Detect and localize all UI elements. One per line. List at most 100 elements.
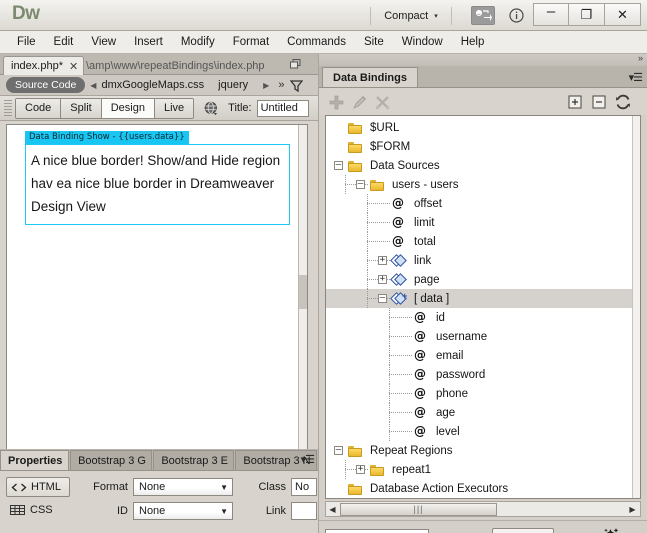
tree-collapse-icon[interactable]: – (334, 446, 343, 455)
tree-horizontal-scrollbar[interactable]: ◀ ||| ▶ (325, 501, 641, 517)
related-files-prev-icon[interactable]: ◀ (90, 81, 96, 90)
tree-item-total[interactable]: @ total (326, 232, 632, 251)
tree-item-limit[interactable]: @ limit (326, 213, 632, 232)
scroll-left-icon[interactable]: ◀ (326, 502, 339, 516)
css-properties-button[interactable]: CSS (6, 500, 70, 520)
tree-item-link[interactable]: + link (326, 251, 632, 270)
collapse-all-button[interactable] (590, 93, 608, 111)
data-bindings-tree[interactable]: $URL $FORM – Data Sources – users - users @ off… (325, 115, 641, 499)
tree-collapse-icon[interactable]: – (378, 294, 387, 303)
tree-collapse-icon[interactable]: – (334, 161, 343, 170)
menu-item-commands[interactable]: Commands (278, 34, 355, 50)
panel-menu-icon[interactable]: ▾☰ (301, 453, 315, 466)
menu-item-edit[interactable]: Edit (45, 34, 83, 50)
maximize-button[interactable]: ❐ (569, 3, 605, 26)
tree-expand-icon[interactable]: + (378, 256, 387, 265)
view-button-split[interactable]: Split (61, 98, 102, 118)
site-switch-button[interactable] (471, 6, 495, 25)
tree-item-form[interactable]: $FORM (326, 137, 632, 156)
tree-connector-line (389, 374, 412, 375)
view-button-design[interactable]: Design (101, 98, 155, 118)
edit-binding-button[interactable] (350, 93, 368, 111)
view-button-code[interactable]: Code (16, 98, 62, 118)
menu-item-help[interactable]: Help (452, 34, 494, 50)
document-tab-index-php[interactable]: index.php* ✕ (3, 56, 85, 75)
menu-item-view[interactable]: View (82, 34, 125, 50)
panel-collapse-bar[interactable]: » (319, 53, 647, 66)
tree-expand-icon[interactable]: + (356, 465, 365, 474)
tree-collapse-icon[interactable]: – (356, 180, 365, 189)
tree-item-age[interactable]: @ age (326, 403, 632, 422)
html-css-toggle: HTML CSS (6, 477, 70, 520)
delete-binding-button[interactable] (373, 93, 391, 111)
expand-panels-icon[interactable]: » (638, 53, 643, 63)
view-mode-buttons: Code Split Design Live (15, 97, 195, 119)
restore-down-icon[interactable] (290, 59, 301, 69)
minimize-button[interactable]: – (533, 3, 569, 26)
tree-item-username[interactable]: @ username (326, 327, 632, 346)
link-input[interactable] (291, 502, 317, 520)
info-button[interactable] (506, 6, 526, 25)
hscroll-thumb[interactable]: ||| (340, 502, 497, 516)
close-button[interactable]: ✕ (605, 3, 641, 26)
insert-button[interactable]: Insert (492, 528, 554, 533)
tab-properties[interactable]: Properties (0, 450, 70, 470)
design-canvas[interactable]: Data Binding Show - {{users.data}} A nic… (6, 124, 308, 476)
tree-item-label: id (436, 311, 445, 324)
tree-item-users-users[interactable]: – users - users (326, 175, 632, 194)
tree-item-url[interactable]: $URL (326, 118, 632, 137)
menu-item-window[interactable]: Window (393, 34, 452, 50)
canvas-scrollbar-thumb[interactable] (299, 275, 307, 309)
tree-vertical-scrollbar[interactable] (632, 116, 640, 498)
related-file-source-code[interactable]: Source Code (6, 77, 86, 93)
tree-item-level[interactable]: @ level (326, 422, 632, 441)
filter-icon[interactable] (290, 79, 304, 92)
related-files-more-icon[interactable]: » (278, 79, 284, 91)
tree-item-data[interactable]: – + [ data ] (326, 289, 632, 308)
folder-icon (348, 122, 363, 134)
page-title-input[interactable]: Untitled (256, 99, 309, 117)
html-properties-button[interactable]: HTML (6, 477, 70, 497)
server-behavior-select[interactable]: Repeat Region ▾ (325, 529, 429, 533)
menu-item-format[interactable]: Format (224, 34, 278, 50)
view-button-live[interactable]: Live (154, 98, 194, 118)
tree-item-offset[interactable]: @ offset (326, 194, 632, 213)
tab-bootstrap-3-e[interactable]: Bootstrap 3 E (153, 450, 235, 470)
panel-menu-icon[interactable]: ▾☰ (629, 71, 643, 84)
related-file-jquery[interactable]: jquery (218, 79, 256, 91)
preview-in-browser-button[interactable] (204, 101, 219, 116)
toolbar-grip[interactable] (4, 100, 12, 116)
id-select[interactable]: None ▼ (133, 502, 233, 520)
tree-item-database-action-executors[interactable]: Database Action Executors (326, 479, 632, 498)
menu-item-insert[interactable]: Insert (125, 34, 172, 50)
magic-wand-button[interactable] (595, 526, 621, 533)
tree-item-repeat-regions[interactable]: – Repeat Regions (326, 441, 632, 460)
tree-item-security-provider-executor[interactable]: Security Provider Executor (326, 498, 632, 499)
scroll-right-icon[interactable]: ▶ (626, 502, 639, 516)
menu-item-modify[interactable]: Modify (172, 34, 224, 50)
tree-expand-icon[interactable]: + (378, 275, 387, 284)
tab-bootstrap-3-g[interactable]: Bootstrap 3 G (70, 450, 153, 470)
tree-item-email[interactable]: @ email (326, 346, 632, 365)
refresh-button[interactable] (614, 93, 632, 111)
close-icon[interactable]: ✕ (69, 60, 78, 73)
tree-item-password[interactable]: @ password (326, 365, 632, 384)
menu-item-file[interactable]: File (8, 34, 45, 50)
tree-item-page[interactable]: + page (326, 270, 632, 289)
tree-item-id[interactable]: @ id (326, 308, 632, 327)
expand-all-button[interactable] (566, 93, 584, 111)
menu-item-site[interactable]: Site (355, 34, 393, 50)
related-file-dmxgooglemaps-css[interactable]: dmxGoogleMaps.css (101, 79, 204, 91)
canvas-vertical-scrollbar[interactable] (298, 125, 307, 475)
tree-item-repeat1[interactable]: + repeat1 (326, 460, 632, 479)
tree-item-label: link (414, 254, 432, 267)
related-files-next-icon[interactable]: ▶ (263, 81, 269, 90)
tab-data-bindings[interactable]: Data Bindings (322, 67, 418, 87)
tree-item-phone[interactable]: @ phone (326, 384, 632, 403)
add-binding-button[interactable] (327, 93, 345, 111)
workspace-switcher[interactable]: Compact ▾ (370, 7, 452, 25)
format-select[interactable]: None ▼ (133, 478, 233, 496)
class-select[interactable]: No (291, 478, 317, 496)
data-binding-region[interactable]: Data Binding Show - {{users.data}} A nic… (25, 131, 290, 225)
tree-item-data-sources[interactable]: – Data Sources (326, 156, 632, 175)
